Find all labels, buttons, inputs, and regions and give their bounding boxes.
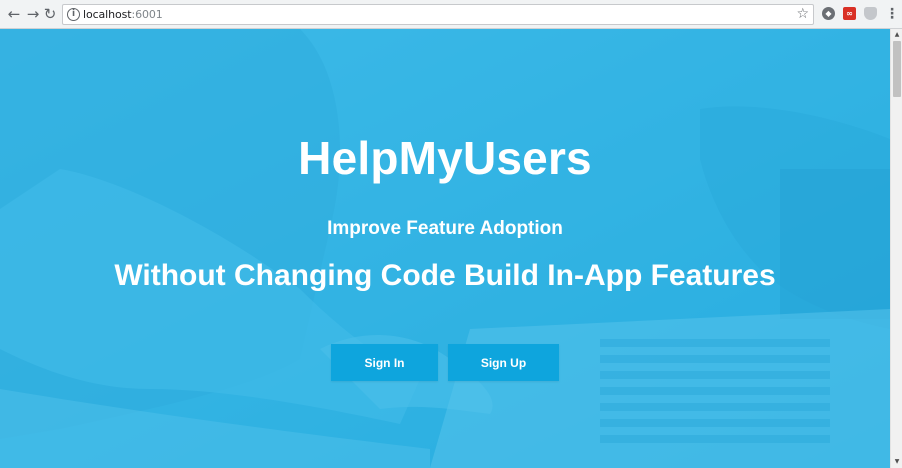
extension-icon[interactable]: ◆ <box>822 7 835 20</box>
sign-in-button[interactable]: Sign In <box>331 344 438 381</box>
extension-icon[interactable]: ∞ <box>843 7 856 20</box>
url-host: localhost <box>83 8 132 21</box>
info-icon[interactable]: i <box>67 8 80 21</box>
kebab-menu-icon[interactable]: ⋮ <box>885 5 899 23</box>
sign-up-button[interactable]: Sign Up <box>448 344 559 381</box>
hero-section: HelpMyUsers Improve Feature Adoption Wit… <box>0 29 890 468</box>
address-bar[interactable]: i localhost:6001 ☆ <box>62 4 814 25</box>
scroll-up-icon[interactable]: ▲ <box>893 31 901 39</box>
scroll-down-icon[interactable]: ▼ <box>893 458 901 466</box>
hero-overlay <box>0 29 890 468</box>
star-icon[interactable]: ☆ <box>796 6 809 22</box>
back-icon[interactable]: ← <box>6 6 22 22</box>
shield-icon[interactable] <box>864 7 877 20</box>
scrollbar-thumb[interactable] <box>893 41 901 97</box>
hero-subtitle: Improve Feature Adoption <box>327 218 563 239</box>
hero-title: HelpMyUsers <box>298 132 592 184</box>
hero-tagline: Without Changing Code Build In-App Featu… <box>114 259 776 292</box>
forward-icon[interactable]: → <box>25 6 41 22</box>
reload-icon[interactable]: ↻ <box>42 6 58 22</box>
vertical-scrollbar[interactable]: ▲ ▼ <box>890 29 902 468</box>
browser-toolbar: ← → ↻ i localhost:6001 ☆ ◆ ∞ ⋮ <box>0 0 902 29</box>
url-port: :6001 <box>131 8 163 21</box>
url-text[interactable]: localhost:6001 <box>83 8 163 21</box>
